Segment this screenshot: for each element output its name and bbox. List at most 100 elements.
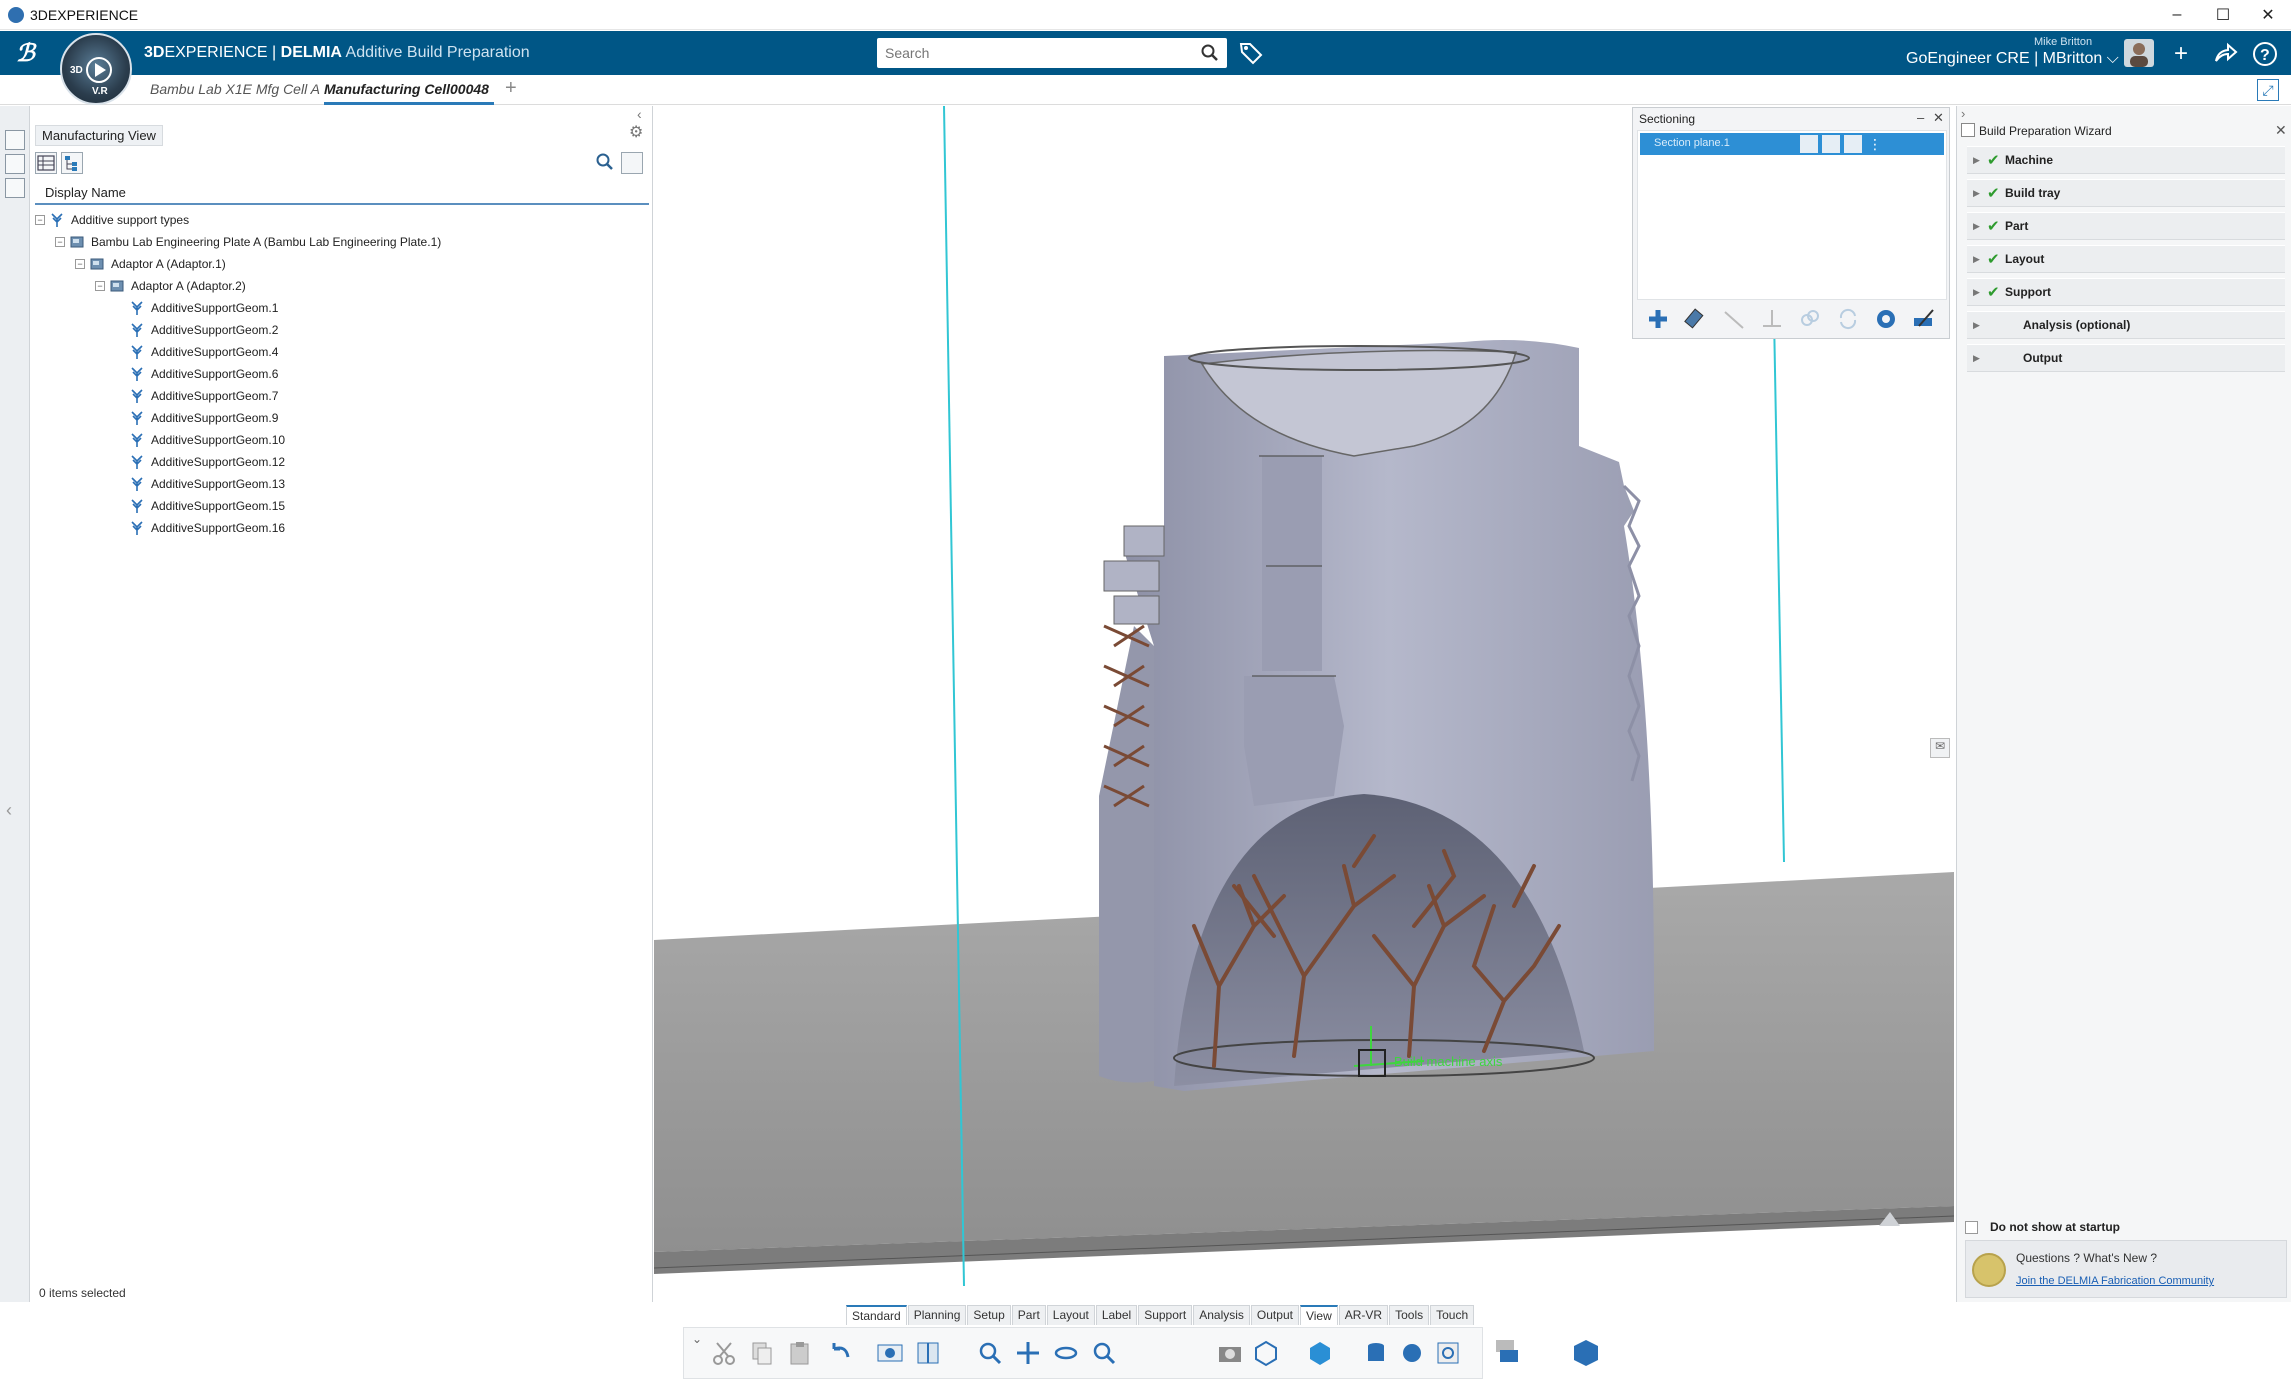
tree-row[interactable]: AdditiveSupportGeom.1 (115, 297, 278, 319)
tree-row[interactable]: AdditiveSupportGeom.9 (115, 407, 278, 429)
action-tab[interactable]: Setup (967, 1305, 1011, 1325)
plane-normal-tool-icon[interactable] (1757, 304, 1787, 334)
paste-icon[interactable] (784, 1337, 816, 1369)
close-window-button[interactable]: ✕ (2245, 0, 2291, 30)
collapse-panel-icon[interactable]: ‹ (637, 106, 642, 122)
chevron-right-icon[interactable]: ▶ (1973, 254, 1987, 265)
search-icon[interactable] (1201, 44, 1219, 62)
settings-db-icon[interactable] (1396, 1337, 1428, 1369)
list-view-icon[interactable] (5, 178, 25, 198)
wizard-step[interactable]: ▶ ✔ Part (1967, 212, 2285, 240)
table-view-icon[interactable] (35, 152, 57, 174)
wizard-step[interactable]: ▶ ✔ Support (1967, 278, 2285, 306)
expand-left-icon[interactable]: ‹ (6, 800, 12, 821)
section-view-icon[interactable] (1909, 304, 1939, 334)
help-icon[interactable]: ? (2250, 39, 2280, 69)
close-icon[interactable]: ✕ (1933, 110, 1944, 126)
wizard-step[interactable]: ▶ Output (1967, 344, 2285, 372)
link-icon[interactable] (1795, 304, 1825, 334)
inspect-icon[interactable] (1432, 1337, 1464, 1369)
tree-row[interactable]: − Additive support types (35, 209, 189, 231)
avatar[interactable] (2124, 39, 2154, 67)
plane-clip-icon[interactable] (1822, 135, 1840, 153)
copy-icon[interactable] (746, 1337, 778, 1369)
compass-widget[interactable]: 3D V.R (60, 33, 132, 105)
add-tab-button[interactable]: + (505, 77, 517, 100)
action-tab[interactable]: Standard (846, 1305, 907, 1325)
expand-toggle-icon[interactable]: − (75, 259, 85, 269)
chevron-right-icon[interactable]: ▶ (1973, 188, 1987, 199)
wizard-step[interactable]: ▶ ✔ Layout (1967, 245, 2285, 273)
gear-icon[interactable]: ⚙ (629, 122, 643, 142)
chevron-right-icon[interactable]: ▶ (1973, 221, 1987, 232)
column-header-display-name[interactable]: Display Name (35, 181, 649, 205)
action-tab[interactable]: Part (1011, 1305, 1046, 1325)
tree-row[interactable]: AdditiveSupportGeom.16 (115, 517, 285, 539)
plus-icon[interactable]: + (2166, 39, 2196, 69)
tree-row[interactable]: AdditiveSupportGeom.10 (115, 429, 285, 451)
action-tab[interactable]: Planning (907, 1305, 967, 1325)
database-icon[interactable] (1360, 1337, 1392, 1369)
tree-row[interactable]: AdditiveSupportGeom.12 (115, 451, 285, 473)
tree-row[interactable]: AdditiveSupportGeom.4 (115, 341, 278, 363)
maximize-button[interactable]: ☐ (2200, 0, 2246, 30)
chevron-right-icon[interactable]: ▶ (1973, 287, 1987, 298)
search-tree-icon[interactable] (595, 152, 617, 174)
startup-option[interactable]: Do not show at startup (1965, 1220, 2120, 1234)
tree-row[interactable]: − Adaptor A (Adaptor.2) (95, 275, 246, 297)
cut-icon[interactable] (708, 1337, 740, 1369)
expand-icon[interactable]: ⤢ (2257, 79, 2279, 101)
tree-row[interactable]: AdditiveSupportGeom.15 (115, 495, 285, 517)
toolbar-menu-icon[interactable]: ⌄ (692, 1332, 702, 1346)
tree-options-icon[interactable] (621, 152, 643, 174)
minimize-button[interactable]: – (2154, 0, 2200, 30)
action-tab[interactable]: AR-VR (1338, 1305, 1389, 1325)
tree-row[interactable]: − Adaptor A (Adaptor.1) (75, 253, 226, 275)
tree-row[interactable]: AdditiveSupportGeom.13 (115, 473, 285, 495)
comment-icon[interactable]: ✉ (1930, 738, 1950, 758)
plane-edit-icon[interactable] (1844, 135, 1862, 153)
add-plane-icon[interactable] (1643, 304, 1673, 334)
tree-row[interactable]: − Bambu Lab Engineering Plate A (Bambu La… (55, 231, 441, 253)
wizard-step[interactable]: ▶ ✔ Machine (1967, 146, 2285, 174)
sync-icon[interactable] (1833, 304, 1863, 334)
structure-view-icon[interactable] (61, 152, 83, 174)
undo-icon[interactable] (824, 1337, 856, 1369)
user-context-dropdown[interactable]: GoEngineer CRE | MBritton ⌵ (1906, 50, 2119, 68)
action-tab[interactable]: Layout (1046, 1305, 1095, 1325)
search-input[interactable] (877, 38, 1187, 68)
ds-logo-icon[interactable]: ℬ (14, 37, 48, 74)
section-view-toggle-icon[interactable] (912, 1337, 944, 1369)
rotate-icon[interactable] (1050, 1337, 1082, 1369)
section-plane-row[interactable]: Section plane.1 ⋮ (1640, 133, 1944, 155)
wizard-step[interactable]: ▶ ✔ Build tray (1967, 179, 2285, 207)
pan-icon[interactable] (1012, 1337, 1044, 1369)
view-cube-icon[interactable] (1304, 1337, 1336, 1369)
action-tab[interactable]: Touch (1430, 1305, 1475, 1325)
action-tab[interactable]: Support (1138, 1305, 1193, 1325)
chevron-right-icon[interactable]: ▶ (1973, 320, 1987, 331)
plane-parallel-icon[interactable] (1719, 304, 1749, 334)
view-mode-icon[interactable] (874, 1337, 906, 1369)
tree-row[interactable]: AdditiveSupportGeom.6 (115, 363, 278, 385)
tab-bambu-lab[interactable]: Bambu Lab X1E Mfg Cell A (150, 81, 320, 97)
collapse-wizard-icon[interactable]: › (1961, 106, 1965, 121)
tree-view-icon[interactable] (5, 130, 25, 150)
minimize-icon[interactable]: – (1917, 110, 1924, 125)
expand-toggle-icon[interactable]: − (55, 237, 65, 247)
action-tab[interactable]: Analysis (1193, 1305, 1250, 1325)
action-tab[interactable]: Label (1095, 1305, 1138, 1325)
tree-row[interactable]: AdditiveSupportGeom.2 (115, 319, 278, 341)
expand-toggle-icon[interactable]: − (95, 281, 105, 291)
capture-icon[interactable] (1214, 1337, 1246, 1369)
wizard-step[interactable]: ▶ Analysis (optional) (1967, 311, 2285, 339)
layers-icon[interactable] (1490, 1336, 1522, 1368)
more-icon[interactable]: ⋮ (1868, 135, 1882, 153)
action-tab[interactable]: Tools (1389, 1305, 1430, 1325)
tag-icon[interactable] (1238, 40, 1264, 66)
zoom-fit-icon[interactable] (974, 1337, 1006, 1369)
action-tab[interactable]: Output (1250, 1305, 1299, 1325)
search-box[interactable] (877, 38, 1227, 68)
zoom-icon[interactable] (1088, 1337, 1120, 1369)
chevron-right-icon[interactable]: ▶ (1973, 353, 1987, 364)
